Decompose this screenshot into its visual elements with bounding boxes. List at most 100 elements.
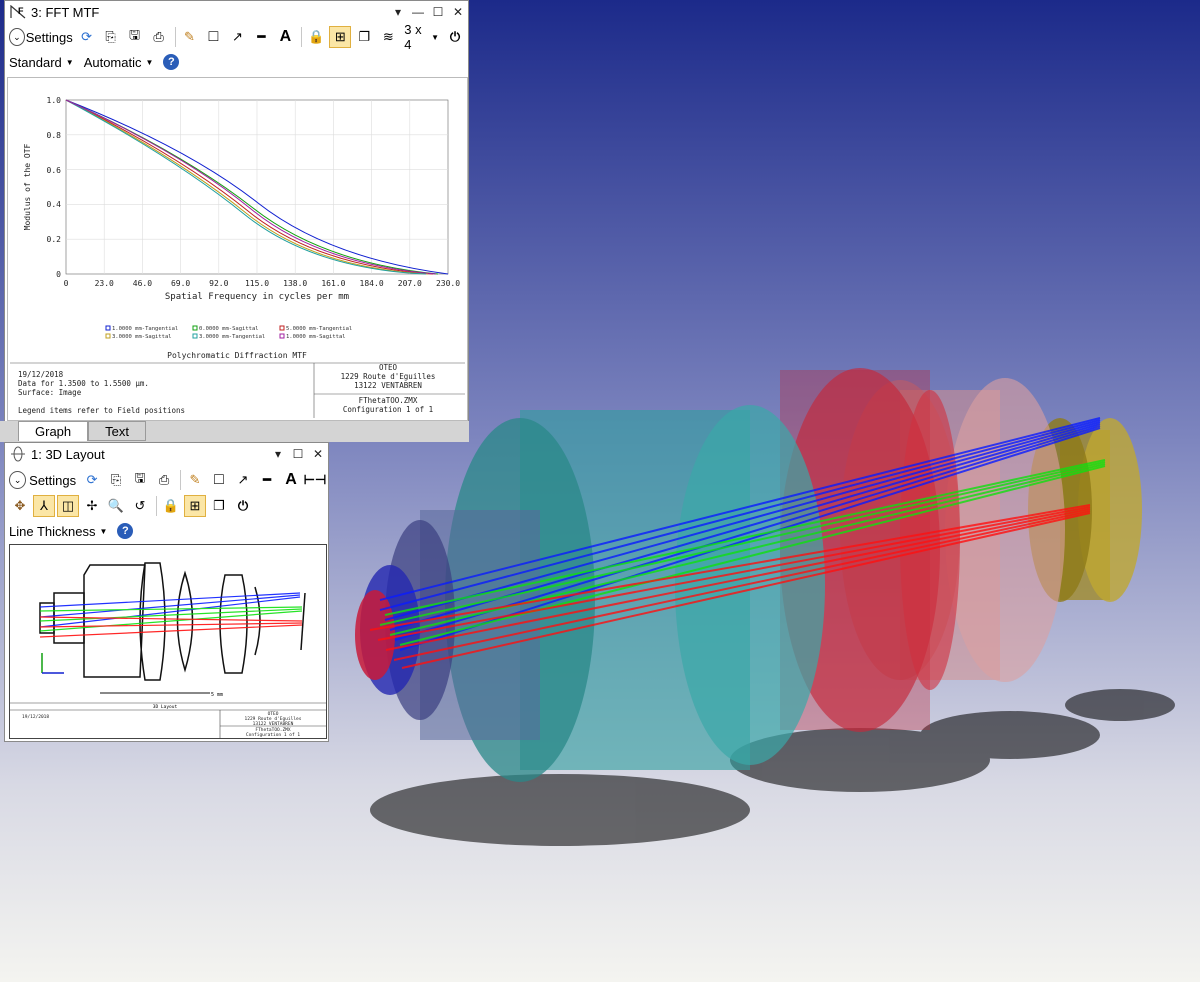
x-tick-label: 46.0 (133, 279, 152, 288)
grid-lines (66, 100, 448, 274)
print-icon[interactable]: ⎙ (153, 469, 175, 491)
tab-text[interactable]: Text (88, 421, 146, 441)
toolbar-divider (301, 27, 303, 47)
legend-swatch (279, 333, 285, 339)
layout-title-bar[interactable]: 1: 3D Layout ▾ ☐ ✕ (5, 443, 328, 465)
close-icon[interactable]: ✕ (448, 2, 468, 22)
x-tick-label: 207.0 (398, 279, 422, 288)
text-icon[interactable]: A (280, 469, 302, 491)
y-tick-label: 1.0 (47, 96, 62, 105)
refresh-icon[interactable]: ⟳ (81, 469, 103, 491)
info-surface: Surface: Image (18, 388, 82, 397)
pencil-icon[interactable]: ✎ (184, 469, 206, 491)
pencil-icon[interactable]: ✎ (178, 26, 200, 48)
line-icon[interactable]: ━ (250, 26, 272, 48)
axes-icon[interactable]: ⅄ (33, 495, 55, 517)
x-tick-label: 23.0 (95, 279, 114, 288)
maximize-icon[interactable]: ☐ (288, 444, 308, 464)
power-icon[interactable]: ⏻ (444, 26, 466, 48)
settings-chevron-icon[interactable]: ⌄ (9, 28, 25, 46)
info-data-range: Data for 1.3500 to 1.5500 µm. (18, 379, 149, 388)
mtf-options-bar: Standard ▼ Automatic ▼ ? (5, 51, 468, 73)
power-icon[interactable]: ⏻ (232, 495, 254, 517)
pan-icon[interactable]: ✢ (81, 495, 103, 517)
layout-info-configuration: Configuration 1 of 1 (246, 732, 300, 738)
legend-entry: 0.0000 mm-Sagittal (199, 326, 259, 332)
grid-layout-dropdown[interactable]: 3 x 4 ▼ (401, 22, 442, 52)
mtf-tab-strip: Graph Text (0, 421, 469, 442)
dimension-icon[interactable]: ⊢⊣ (304, 469, 327, 491)
y-tick-label: 0.2 (47, 235, 62, 244)
line-icon[interactable]: ━ (256, 469, 278, 491)
x-tick-label: 115.0 (245, 279, 269, 288)
legend-swatch (192, 325, 198, 331)
window-menu-chevron-icon[interactable]: ▾ (268, 444, 288, 464)
refresh-icon[interactable]: ⟳ (76, 26, 98, 48)
info-block: 19/12/2018 Data for 1.3500 to 1.5500 µm.… (10, 362, 465, 418)
mtf-chart: 1.0 0.8 0.6 0.4 0.2 0 0 23.0 46.0 69.0 9… (10, 96, 465, 418)
x-tick-label: 0 (64, 279, 69, 288)
crosshair-icon[interactable]: ⊞ (184, 495, 206, 517)
caret-icon: ▼ (431, 32, 439, 42)
crosshair-icon[interactable]: ⊞ (329, 26, 352, 48)
standard-dropdown[interactable]: Standard ▼ (9, 55, 74, 70)
tab-graph[interactable]: Graph (18, 421, 89, 441)
rectangle-icon[interactable]: □ (208, 469, 230, 491)
copy-icon[interactable]: ⎘ (105, 469, 127, 491)
help-icon[interactable]: ? (117, 523, 134, 539)
axis-indicator (41, 653, 64, 674)
mtf-curve-green (65, 99, 439, 275)
x-axis-label: Spatial Frequency in cycles per mm (165, 292, 349, 302)
layout-info-date: 19/12/2018 (22, 714, 49, 720)
maximize-icon[interactable]: ☐ (428, 2, 448, 22)
mtf-title-bar[interactable]: F 3: FFT MTF ▾ — ☐ ✕ (5, 1, 468, 23)
layout-window: 1: 3D Layout ▾ ☐ ✕ ⌄ Settings ⟳ ⎘ 🖫 ⎙ ✎ … (4, 442, 329, 742)
mtf-legend: 1.0000 mm-Tangential 0.0000 mm-Sagittal … (105, 325, 352, 340)
line-thickness-dropdown[interactable]: Line Thickness ▼ (9, 524, 107, 539)
rotate-icon[interactable]: ✥ (9, 495, 31, 517)
window-menu-chevron-icon[interactable]: ▾ (388, 2, 408, 22)
lock-icon[interactable]: 🔒 (305, 26, 327, 48)
layout-caption: 3D Layout (153, 704, 178, 710)
windows-icon[interactable]: ❐ (353, 26, 375, 48)
save-icon[interactable]: 🖫 (124, 26, 146, 48)
x-tick-label: 230.0 (436, 279, 460, 288)
info-company: OTEO (379, 363, 398, 372)
grid-layout-label: 3 x 4 (404, 22, 422, 52)
info-legend-note: Legend items refer to Field positions (18, 406, 185, 415)
legend-entry: 3.0000 mm-Tangential (199, 334, 265, 340)
chart-caption: Polychromatic Diffraction MTF (167, 351, 307, 360)
caret-icon: ▼ (99, 526, 108, 536)
help-icon[interactable]: ? (163, 54, 180, 70)
fft-mtf-window: F 3: FFT MTF ▾ — ☐ ✕ ⌄ Settings ⟳ ⎘ 🖫 ⎙ … (4, 0, 469, 442)
rectangle-icon[interactable]: □ (202, 26, 224, 48)
mtf-plot-panel: 1.0 0.8 0.6 0.4 0.2 0 0 23.0 46.0 69.0 9… (7, 77, 468, 421)
arrow-icon[interactable]: ↗ (226, 26, 248, 48)
settings-button[interactable]: Settings (26, 26, 73, 48)
settings-chevron-icon[interactable]: ⌄ (9, 471, 27, 489)
legend-swatch (105, 325, 111, 331)
info-city: 13122 VENTABREN (354, 381, 422, 390)
zoom-icon[interactable]: 🔍 (105, 495, 127, 517)
save-icon[interactable]: 🖫 (129, 469, 151, 491)
layout-rays (39, 592, 303, 638)
arrow-icon[interactable]: ↗ (232, 469, 254, 491)
automatic-dropdown[interactable]: Automatic ▼ (84, 55, 154, 70)
minimize-icon[interactable]: — (408, 2, 428, 22)
lock-icon[interactable]: 🔒 (160, 495, 182, 517)
x-tick-label: 138.0 (283, 279, 307, 288)
settings-button[interactable]: Settings (29, 469, 76, 491)
close-icon[interactable]: ✕ (308, 444, 328, 464)
y-tick-label: 0.8 (47, 131, 62, 140)
copy-icon[interactable]: ⎘ (100, 26, 122, 48)
toolbar-divider (156, 496, 157, 516)
print-icon[interactable]: ⎙ (148, 26, 170, 48)
text-icon[interactable]: A (274, 26, 296, 48)
layers-icon[interactable]: ≋ (377, 26, 399, 48)
windows-icon[interactable]: ❐ (208, 495, 230, 517)
reset-view-icon[interactable]: ↺ (129, 495, 151, 517)
layout-view-toolbar: ✥ ⅄ ◫ ✢ 🔍 ↺ 🔒 ⊞ ❐ ⏻ (5, 494, 328, 518)
y-axis-label: Modulus of the OTF (23, 143, 32, 230)
view-icon[interactable]: ◫ (57, 495, 79, 517)
x-tick-label: 184.0 (360, 279, 384, 288)
